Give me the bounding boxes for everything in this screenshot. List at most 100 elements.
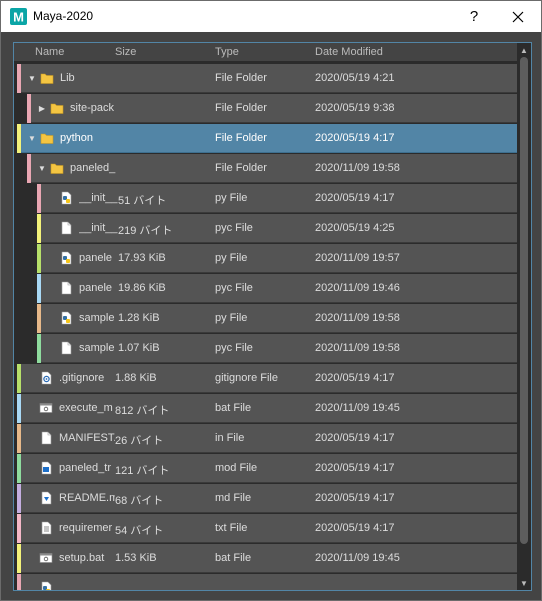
file-size: 1.88 KiB [115, 372, 157, 384]
file-size: 17.93 KiB [118, 252, 166, 264]
expand-arrow-down-icon[interactable]: ▼ [27, 64, 37, 93]
tree-row[interactable]: panele 17.93 KiB py File 2020/11/09 19:57 [14, 244, 517, 273]
file-type: md File [215, 492, 252, 504]
file-type: bat File [215, 552, 252, 564]
file-size: 812 バイト [115, 405, 170, 417]
tree-row[interactable]: .gitignore 1.88 KiB gitignore File 2020/05/… [14, 364, 517, 393]
file-name: paneled_ [70, 162, 116, 174]
scrollbar-thumb[interactable] [520, 57, 528, 544]
file-type: File Folder [215, 132, 267, 144]
python-file-icon [59, 191, 73, 205]
file-name: execute_m [59, 402, 113, 414]
help-button[interactable]: ? [457, 1, 491, 32]
file-type: File Folder [215, 162, 267, 174]
file-size: 1.07 KiB [118, 342, 160, 354]
file-name: requiremer [59, 522, 113, 534]
file-type: File Folder [215, 72, 267, 84]
tree-row[interactable]: execute_m 812 バイト bat File 2020/11/09 19:45 [14, 394, 517, 423]
tree-row[interactable]: ▼ paneled_ File Folder 2020/11/09 19:58 [14, 154, 517, 183]
folder-icon [40, 71, 54, 85]
app-window: M Maya-2020 ? Name Size Type Date Modifi… [0, 0, 542, 601]
date-modified: 2020/11/09 19:58 [315, 312, 400, 324]
tree-row[interactable]: setup.bat 1.53 KiB bat File 2020/11/09 19:4… [14, 544, 517, 573]
tree-row[interactable]: __init__ 51 バイト py File 2020/05/19 4:17 [14, 184, 517, 213]
column-header-size[interactable]: Size [115, 46, 136, 58]
file-size: 26 バイト [115, 435, 164, 447]
file-name: sample [79, 312, 115, 324]
file-type: mod File [215, 462, 258, 474]
file-size: 219 バイト [118, 225, 173, 237]
date-modified: 2020/11/09 19:46 [315, 282, 400, 294]
window-title: Maya-2020 [33, 9, 94, 23]
file-type: pyc File [215, 282, 253, 294]
file-name: README.m [59, 492, 115, 504]
file-name: panele [79, 282, 113, 294]
file-icon [59, 281, 73, 295]
expand-arrow-down-icon[interactable]: ▼ [27, 124, 37, 153]
date-modified: 2020/11/09 19:45 [315, 552, 400, 564]
file-type: txt File [215, 522, 248, 534]
file-name: sample [79, 342, 115, 354]
file-name: __init__ [79, 192, 118, 204]
tree-row[interactable] [14, 574, 517, 590]
batch-file-icon [39, 401, 53, 415]
date-modified: 2020/05/19 4:25 [315, 222, 395, 234]
expand-arrow-right-icon[interactable]: ▶ [37, 94, 47, 123]
python-file-icon [39, 581, 53, 590]
python-file-icon [59, 311, 73, 325]
tree-row[interactable]: ▶ site-pack File Folder 2020/05/19 9:38 [14, 94, 517, 123]
file-name: __init__ [79, 222, 118, 234]
folder-icon [50, 161, 64, 175]
tree-row[interactable]: __init__ 219 バイト pyc File 2020/05/19 4:25 [14, 214, 517, 243]
expand-arrow-down-icon[interactable]: ▼ [37, 154, 47, 183]
date-modified: 2020/05/19 4:17 [315, 132, 395, 144]
file-type: py File [215, 312, 248, 324]
file-name: Lib [60, 72, 75, 84]
title-bar[interactable]: M Maya-2020 ? [1, 1, 541, 32]
file-name: .gitignore [59, 372, 105, 384]
folder-icon [50, 101, 64, 115]
file-icon [59, 341, 73, 355]
column-header-type[interactable]: Type [215, 46, 239, 58]
tree-row[interactable]: panele 19.86 KiB pyc File 2020/11/09 19:46 [14, 274, 517, 303]
date-modified: 2020/05/19 4:17 [315, 432, 395, 444]
date-modified: 2020/11/09 19:58 [315, 342, 400, 354]
tree-row[interactable]: MANIFEST. 26 バイト in File 2020/05/19 4:17 [14, 424, 517, 453]
file-name: panele [79, 252, 113, 264]
scroll-up-arrow-icon[interactable]: ▲ [517, 43, 531, 57]
tree-row[interactable]: sample 1.28 KiB py File 2020/11/09 19:58 [14, 304, 517, 333]
file-size: 121 バイト [115, 465, 170, 477]
file-type: py File [215, 252, 248, 264]
mod-file-icon [39, 461, 53, 475]
file-name: python [60, 132, 94, 144]
maya-app-icon: M [10, 8, 27, 25]
close-button[interactable] [495, 1, 541, 32]
vertical-scrollbar[interactable]: ▲ ▼ [517, 43, 531, 590]
file-tree-view[interactable]: Name Size Type Date Modified ▼ Lib File Fo… [13, 42, 532, 591]
tree-row[interactable]: ▼ python File Folder 2020/05/19 4:17 [14, 124, 517, 153]
file-size: 1.53 KiB [115, 552, 157, 564]
date-modified: 2020/05/19 4:17 [315, 492, 395, 504]
file-type: pyc File [215, 222, 253, 234]
tree-row[interactable]: paneled_tr 121 バイト mod File 2020/05/19 4:17 [14, 454, 517, 483]
text-file-icon [39, 521, 53, 535]
date-modified: 2020/11/09 19:45 [315, 402, 400, 414]
file-type: gitignore File [215, 372, 278, 384]
row-background [21, 574, 517, 590]
tree-row[interactable]: README.m 68 バイト md File 2020/05/19 4:17 [14, 484, 517, 513]
date-modified: 2020/05/19 4:17 [315, 372, 395, 384]
file-size: 54 バイト [115, 525, 164, 537]
date-modified: 2020/05/19 9:38 [315, 102, 395, 114]
tree-row[interactable]: requiremer 54 バイト txt File 2020/05/19 4:17 [14, 514, 517, 543]
date-modified: 2020/05/19 4:17 [315, 462, 395, 474]
file-size: 51 バイト [118, 195, 167, 207]
scroll-down-arrow-icon[interactable]: ▼ [517, 576, 531, 590]
file-size: 19.86 KiB [118, 282, 166, 294]
column-header-name[interactable]: Name [35, 46, 64, 58]
file-name: setup.bat [59, 552, 105, 564]
file-rows: ▼ Lib File Folder 2020/05/19 4:21 ▶ site-pack… [14, 64, 517, 590]
tree-row[interactable]: sample 1.07 KiB pyc File 2020/11/09 19:58 [14, 334, 517, 363]
tree-row[interactable]: ▼ Lib File Folder 2020/05/19 4:21 [14, 64, 517, 93]
column-header-date-modified[interactable]: Date Modified [315, 46, 383, 58]
python-file-icon [59, 251, 73, 265]
